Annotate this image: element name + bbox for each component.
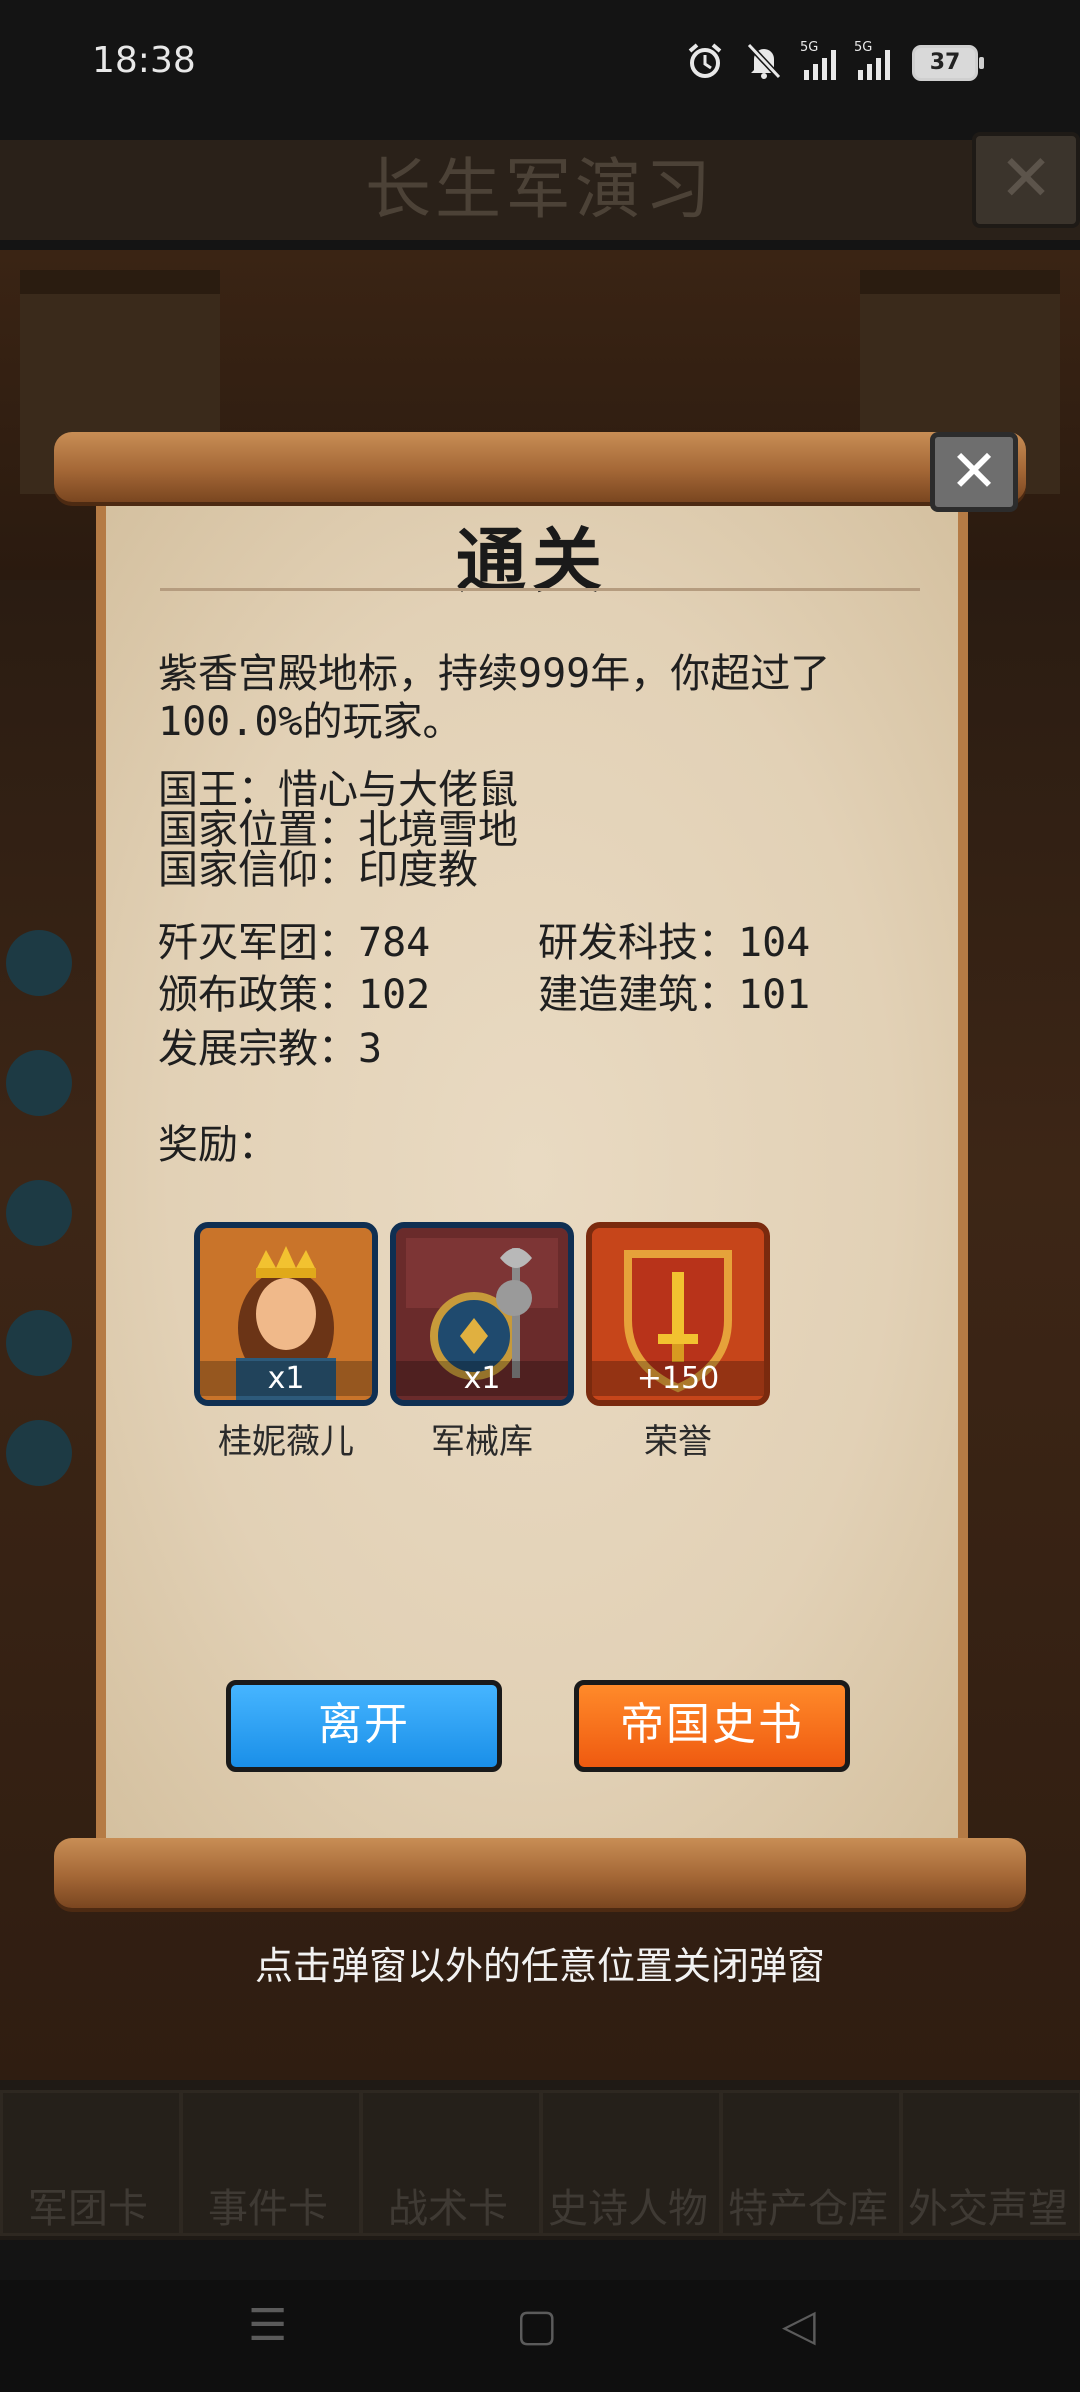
reward-label-armory: 军械库: [431, 1422, 533, 1462]
close-hint-text: 点击弹窗以外的任意位置关闭弹窗: [254, 1944, 825, 1988]
home-nav-icon[interactable]: ▢: [516, 2300, 558, 2351]
honor-shield-icon: +150: [586, 1222, 770, 1406]
background-title: 长生军演习: [365, 151, 715, 228]
summary-line-1: 紫香宫殿地标，持续999年，你超过了: [158, 651, 831, 697]
background-close-button[interactable]: ✕: [972, 132, 1080, 228]
religion-info: 国家信仰：印度教: [158, 847, 478, 893]
side-help-button[interactable]: [6, 1420, 72, 1486]
mute-bell-icon: [746, 42, 782, 84]
signal-2-label: 5G: [854, 40, 873, 55]
empire-history-button[interactable]: 帝国史书: [574, 1680, 850, 1772]
summary-text: 紫香宫殿地标，持续999年，你超过了 100.0%的玩家。: [158, 650, 830, 746]
reward-label-guinevere: 桂妮薇儿: [218, 1422, 354, 1462]
dock-label-diplomacy: 外交声望: [908, 2186, 1068, 2232]
title-divider: [160, 588, 920, 591]
dock-label-tactic-cards: 战术卡: [388, 2186, 508, 2232]
back-nav-icon[interactable]: ◁: [782, 2300, 816, 2351]
dialog-close-button[interactable]: ✕: [930, 432, 1018, 512]
reward-item-guinevere[interactable]: x1 桂妮薇儿: [194, 1222, 378, 1463]
dock-label-specialty-storage: 特产仓库: [728, 2186, 888, 2232]
signal-icon-1: 5G: [800, 40, 836, 80]
scroll-bottom-rod: [54, 1838, 1026, 1908]
armory-icon: x1: [390, 1222, 574, 1406]
signal-icon-2: 5G: [854, 40, 890, 80]
side-chat-button[interactable]: [6, 930, 72, 996]
side-music-button[interactable]: [6, 1050, 72, 1116]
battery-icon: 37: [912, 45, 984, 81]
stat-buildings: 建造建筑：101: [538, 972, 811, 1018]
queen-portrait-icon: x1: [194, 1222, 378, 1406]
dock-label-legion-cards: 军团卡: [28, 2186, 148, 2232]
stat-policy: 颁布政策：102: [158, 972, 431, 1018]
summary-line-2: 100.0%的玩家。: [158, 699, 463, 745]
side-close-button[interactable]: [6, 1310, 72, 1376]
stat-tech: 研发科技：104: [538, 920, 811, 966]
scroll-top-rod: [54, 432, 1026, 502]
reward-label-honor: 荣誉: [644, 1422, 712, 1462]
reward-count-armory: x1: [396, 1361, 568, 1396]
reward-count-honor: +150: [592, 1361, 764, 1396]
reward-count-guinevere: x1: [200, 1361, 372, 1396]
stat-legions: 歼灭军团：784: [158, 920, 431, 966]
dock-label-epic-figures: 史诗人物: [548, 2186, 708, 2232]
reward-item-honor[interactable]: +150 荣誉: [586, 1222, 770, 1463]
king-info: 国王：惜心与大佬鼠: [158, 767, 518, 813]
status-time: 18:38: [92, 40, 196, 81]
reward-item-armory[interactable]: x1 军械库: [390, 1222, 574, 1463]
stat-religion-dev: 发展宗教：3: [158, 1026, 383, 1072]
leave-button[interactable]: 离开: [226, 1680, 502, 1772]
status-icons: 5G 5G 37: [686, 40, 984, 84]
location-info: 国家位置：北境雪地: [158, 807, 518, 853]
menu-nav-icon[interactable]: ☰: [248, 2300, 287, 2351]
signal-1-label: 5G: [800, 40, 819, 55]
alarm-icon: [686, 42, 724, 84]
side-sound-button[interactable]: [6, 1180, 72, 1246]
dock-label-event-cards: 事件卡: [208, 2186, 328, 2232]
rewards-label: 奖励：: [158, 1122, 278, 1168]
